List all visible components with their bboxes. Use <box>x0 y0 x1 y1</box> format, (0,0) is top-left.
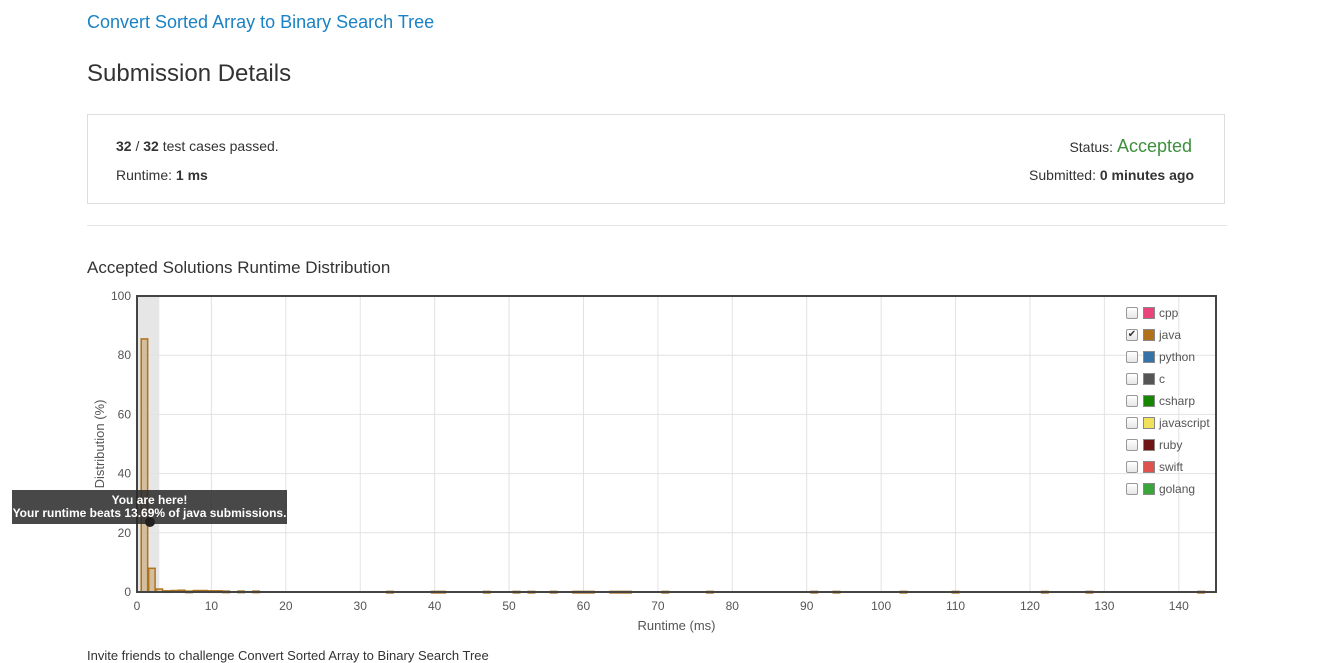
submitted-row: Submitted: 0 minutes ago <box>1029 167 1194 183</box>
legend-item-swift[interactable]: swift <box>1126 456 1216 478</box>
legend-label: golang <box>1159 482 1196 496</box>
legend-swatch-java <box>1143 329 1155 341</box>
y-tick-label: 20 <box>118 526 132 540</box>
y-tick-label: 60 <box>118 407 132 421</box>
legend-item-java[interactable]: ✔ java <box>1126 324 1216 346</box>
legend-label: java <box>1159 328 1182 342</box>
legend-checkbox-swift[interactable] <box>1126 461 1138 473</box>
legend-swatch-ruby <box>1143 439 1155 451</box>
legend-swatch-swift <box>1143 461 1155 473</box>
legend-swatch-c <box>1143 373 1155 385</box>
test-cases-label: test cases passed. <box>162 138 279 154</box>
x-tick-label: 130 <box>1094 599 1114 613</box>
status-label: Status: <box>1069 139 1114 155</box>
legend-item-python[interactable]: python <box>1126 346 1216 368</box>
y-tick-label: 80 <box>118 348 132 362</box>
legend-label: ruby <box>1159 438 1183 452</box>
legend-swatch-golang <box>1143 483 1155 495</box>
bar-java <box>140 338 149 593</box>
submitted-value: 0 minutes ago <box>1099 167 1194 183</box>
x-tick-label: 70 <box>651 599 665 613</box>
legend-item-golang[interactable]: golang <box>1126 478 1216 500</box>
legend-label: javascript <box>1159 416 1210 430</box>
legend-checkbox-golang[interactable] <box>1126 483 1138 495</box>
legend-checkbox-java[interactable]: ✔ <box>1126 329 1138 341</box>
x-tick-label: 90 <box>800 599 814 613</box>
legend-item-cpp[interactable]: cpp <box>1126 302 1216 324</box>
x-tick-label: 110 <box>946 599 965 613</box>
x-tick-label: 60 <box>577 599 591 613</box>
y-tick-label: 0 <box>124 585 131 599</box>
legend-item-c[interactable]: c <box>1126 368 1216 390</box>
total-count: 32 <box>143 138 159 154</box>
legend-label: cpp <box>1159 306 1179 320</box>
page-title: Submission Details <box>87 60 292 87</box>
submission-summary: 32 / 32 test cases passed. Runtime: 1 ms… <box>87 114 1225 204</box>
x-tick-label: 10 <box>205 599 219 613</box>
x-tick-label: 100 <box>871 599 891 613</box>
plot-area <box>137 296 1216 592</box>
legend-checkbox-ruby[interactable] <box>1126 439 1138 451</box>
runtime-row: Runtime: 1 ms <box>116 167 208 183</box>
runtime-distribution-chart: 0 10 20 30 40 50 60 70 80 90 100 110 120 130 140 0 20 40 6… <box>80 290 1230 640</box>
y-tick-label: 100 <box>111 290 131 303</box>
language-legend: cpp ✔ java python c csharp javascript ruby swift… <box>1126 302 1216 500</box>
y-axis-label: Distribution (%) <box>92 400 107 489</box>
passed-count: 32 <box>116 138 132 154</box>
legend-checkbox-c[interactable] <box>1126 373 1138 385</box>
legend-label: c <box>1159 372 1165 386</box>
status-row: Status: Accepted <box>1069 136 1192 157</box>
legend-item-javascript[interactable]: javascript <box>1126 412 1216 434</box>
x-tick-label: 0 <box>134 599 141 613</box>
submitted-label: Submitted: <box>1029 167 1096 183</box>
legend-swatch-javascript <box>1143 417 1155 429</box>
y-tick-label: 40 <box>118 467 132 481</box>
legend-checkbox-cpp[interactable] <box>1126 307 1138 319</box>
x-tick-label: 40 <box>428 599 442 613</box>
divider <box>87 225 1227 226</box>
test-cases-result: 32 / 32 test cases passed. <box>116 138 279 154</box>
runtime-label: Runtime: <box>116 167 173 183</box>
x-tick-label: 20 <box>279 599 293 613</box>
x-tick-label: 80 <box>726 599 740 613</box>
legend-swatch-cpp <box>1143 307 1155 319</box>
legend-checkbox-csharp[interactable] <box>1126 395 1138 407</box>
legend-label: python <box>1159 350 1196 364</box>
tooltip-marker <box>145 517 155 527</box>
problem-title-link[interactable]: Convert Sorted Array to Binary Search Tr… <box>87 12 434 33</box>
legend-item-ruby[interactable]: ruby <box>1126 434 1216 456</box>
legend-item-csharp[interactable]: csharp <box>1126 390 1216 412</box>
runtime-value: 1 ms <box>175 167 208 183</box>
bar-java <box>147 567 156 593</box>
x-tick-label: 50 <box>502 599 516 613</box>
legend-swatch-python <box>1143 351 1155 363</box>
distribution-title: Accepted Solutions Runtime Distribution <box>87 258 391 277</box>
x-tick-label: 30 <box>354 599 368 613</box>
invite-friends-text: Invite friends to challenge Convert Sort… <box>87 648 489 663</box>
legend-checkbox-python[interactable] <box>1126 351 1138 363</box>
legend-label: swift <box>1159 460 1183 474</box>
legend-label: csharp <box>1159 394 1196 408</box>
status-value: Accepted <box>1116 136 1192 156</box>
legend-checkbox-javascript[interactable] <box>1126 417 1138 429</box>
chart-svg: 0 10 20 30 40 50 60 70 80 90 100 110 120 130 140 0 20 40 6… <box>92 290 1217 633</box>
legend-swatch-csharp <box>1143 395 1155 407</box>
x-tick-label: 140 <box>1169 599 1189 613</box>
x-tick-label: 120 <box>1020 599 1040 613</box>
x-axis-label: Runtime (ms) <box>637 618 715 633</box>
